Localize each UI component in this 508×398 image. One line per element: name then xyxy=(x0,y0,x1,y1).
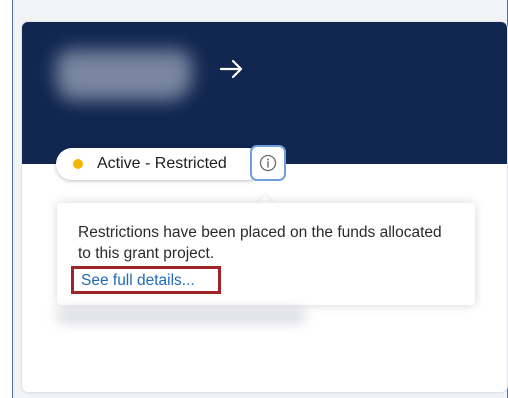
info-button[interactable] xyxy=(250,145,286,181)
see-full-details-link[interactable]: See full details... xyxy=(71,266,221,294)
status-dot-icon xyxy=(73,159,83,169)
restriction-tooltip: Restrictions have been placed on the fun… xyxy=(57,203,475,305)
info-circle-icon xyxy=(259,154,277,172)
grant-project-card: Active - Restricted Restrictions have be… xyxy=(22,22,507,392)
status-badge: Active - Restricted xyxy=(56,148,264,180)
arrow-right-icon[interactable] xyxy=(218,57,246,81)
tooltip-text: Restrictions have been placed on the fun… xyxy=(78,224,442,262)
status-label: Active - Restricted xyxy=(97,155,227,172)
redacted-card-detail xyxy=(56,309,306,323)
card-header xyxy=(22,22,507,164)
redacted-project-subtitle xyxy=(62,84,182,102)
